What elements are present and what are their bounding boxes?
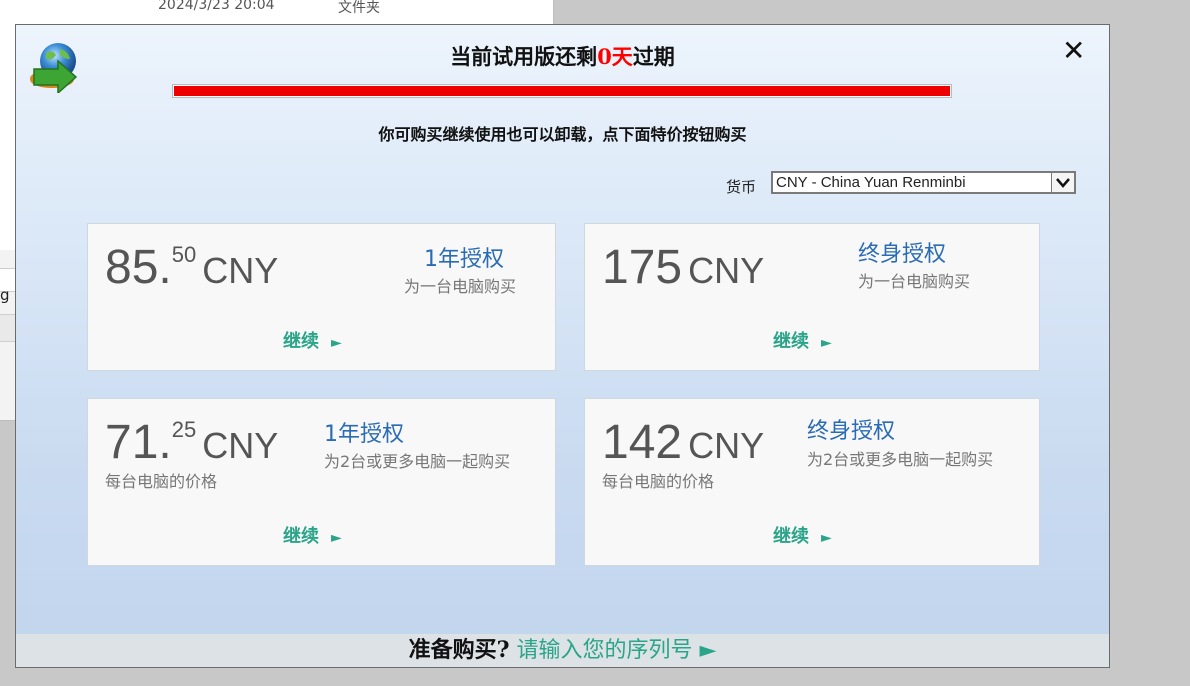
play-triangle-icon: ► [821, 530, 832, 546]
price-card-1year-multi: 71.25 CNY 每台电脑的价格 1年授权 为2台或更多电脑一起购买 继续 ► [87, 398, 556, 566]
price-currency: CNY [202, 425, 279, 466]
price: 85.50 CNY [105, 240, 278, 295]
continue-label: 继续 [283, 331, 319, 352]
continue-label: 继续 [283, 526, 319, 547]
background-partial-text: g [0, 286, 10, 304]
ready-to-buy-text: 准备购买? [408, 637, 510, 663]
price: 142 CNY [602, 415, 764, 470]
price-cents: 25 [171, 417, 197, 442]
price-card-lifetime-single: 175 CNY 终身授权 为一台电脑购买 继续 ► [584, 223, 1040, 371]
continue-button[interactable]: 继续 ► [773, 522, 832, 548]
play-triangle-icon: ► [331, 530, 342, 546]
license-type: 1年授权 [324, 422, 404, 447]
license-type: 终身授权 [858, 242, 947, 267]
per-pc-label: 每台电脑的价格 [105, 472, 218, 491]
title-suffix: 过期 [632, 44, 675, 69]
enter-serial-link[interactable]: 请输入您的序列号 ► [516, 638, 716, 663]
background-row [0, 314, 16, 342]
price-integer: 175 [602, 241, 683, 294]
play-triangle-icon: ► [331, 335, 342, 351]
trial-expiry-dialog: 当前试用版还剩0天过期 ✕ 你可购买继续使用也可以卸载，点下面特价按钮购买 货币… [15, 24, 1110, 668]
currency-label: 货币 [726, 178, 757, 196]
continue-label: 继续 [773, 331, 809, 352]
license-type: 终身授权 [807, 419, 896, 444]
trial-progress-fill [174, 86, 950, 96]
footer-bar: 准备购买? 请输入您的序列号 ► [16, 634, 1109, 667]
license-description: 为一台电脑购买 [858, 272, 971, 291]
price: 71.25 CNY [105, 415, 278, 470]
currency-value: CNY - China Yuan Renminbi [776, 174, 966, 191]
license-description: 为2台或更多电脑一起购买 [807, 450, 994, 469]
per-pc-label: 每台电脑的价格 [602, 472, 715, 491]
dialog-title: 当前试用版还剩0天过期 [16, 41, 1109, 71]
file-date: 2024/3/23 20:04 [158, 0, 275, 13]
license-description: 为2台或更多电脑一起购买 [324, 452, 511, 471]
chevron-down-icon[interactable] [1051, 173, 1074, 192]
play-triangle-icon: ► [821, 335, 832, 351]
price-cents: 50 [171, 242, 197, 267]
title-prefix: 当前试用版还剩 [450, 44, 598, 69]
price-integer: 71. [105, 416, 172, 469]
close-icon[interactable]: ✕ [1062, 37, 1085, 65]
price: 175 CNY [602, 240, 764, 295]
dialog-subtitle: 你可购买继续使用也可以卸载，点下面特价按钮购买 [378, 125, 747, 144]
price-integer: 85. [105, 241, 172, 294]
price-card-lifetime-multi: 142 CNY 每台电脑的价格 终身授权 为2台或更多电脑一起购买 继续 ► [584, 398, 1040, 566]
continue-label: 继续 [773, 526, 809, 547]
continue-button[interactable]: 继续 ► [773, 327, 832, 353]
background-sidebar-strip: g [0, 250, 16, 420]
price-integer: 142 [602, 416, 683, 469]
price-currency: CNY [202, 250, 279, 291]
currency-select[interactable]: CNY - China Yuan Renminbi [771, 171, 1076, 194]
trial-progress-bar [172, 84, 952, 98]
continue-button[interactable]: 继续 ► [283, 522, 342, 548]
remaining-days: 0天 [597, 44, 633, 69]
price-card-1year-single: 85.50 CNY 1年授权 为一台电脑购买 继续 ► [87, 223, 556, 371]
price-currency: CNY [688, 250, 765, 291]
continue-button[interactable]: 继续 ► [283, 327, 342, 353]
price-currency: CNY [688, 425, 765, 466]
file-type: 文件夹 [338, 0, 380, 16]
license-description: 为一台电脑购买 [404, 277, 517, 296]
license-type: 1年授权 [424, 247, 504, 272]
